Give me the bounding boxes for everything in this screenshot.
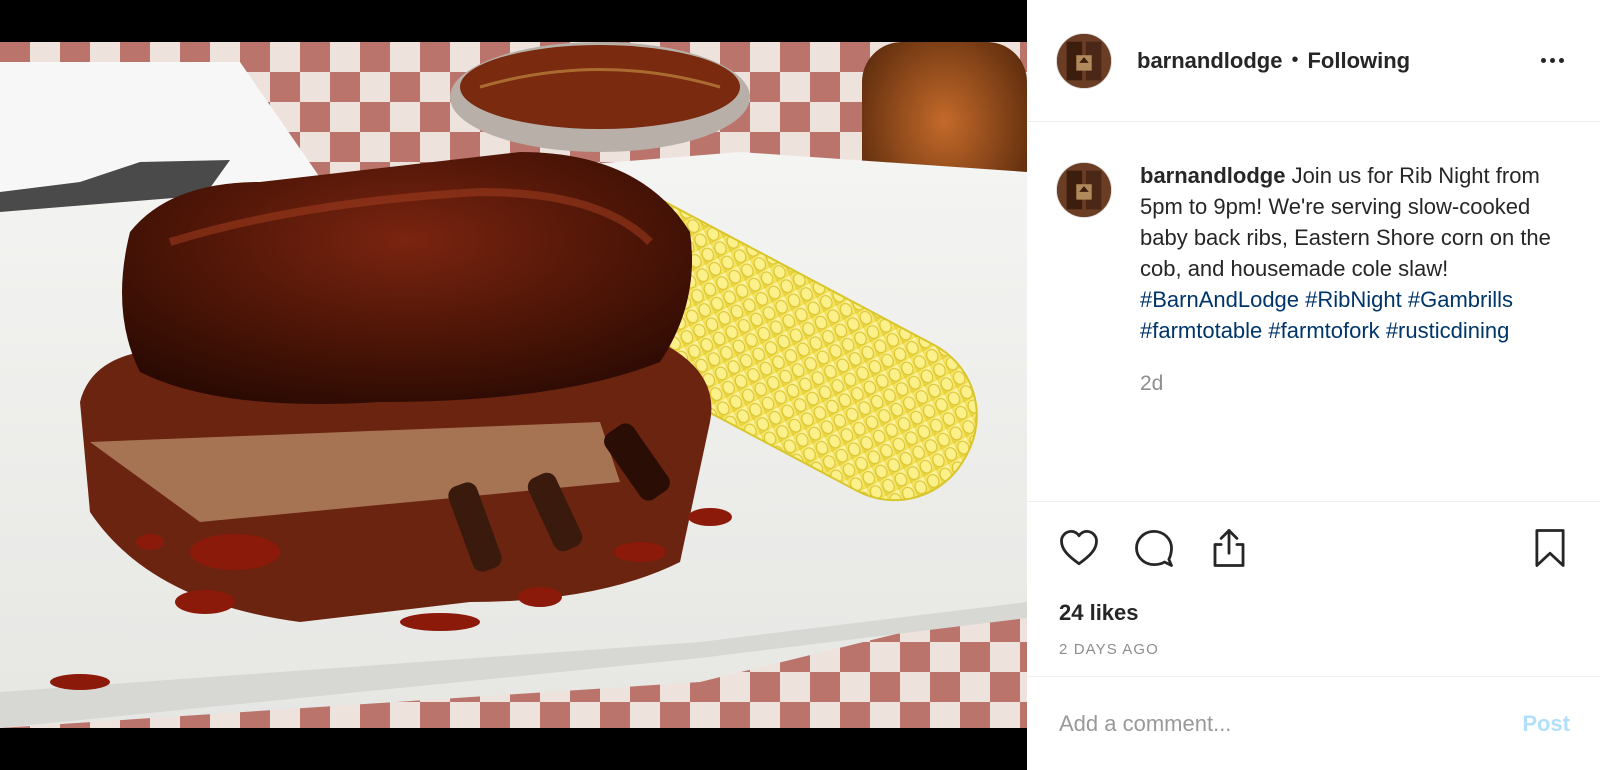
comment-form: Post bbox=[1027, 676, 1600, 770]
caption-body: barnandlodge Join us for Rib Night from … bbox=[1140, 160, 1560, 501]
action-bar bbox=[1027, 502, 1600, 594]
caption-section: barnandlodge Join us for Rib Night from … bbox=[1027, 122, 1600, 502]
heart-icon[interactable] bbox=[1057, 526, 1101, 570]
barn-logo-icon bbox=[1057, 163, 1111, 217]
post-photo[interactable] bbox=[0, 42, 1027, 728]
dot bbox=[1549, 58, 1555, 63]
hashtag-link[interactable]: #BarnAndLodge bbox=[1140, 287, 1299, 312]
comment-icon[interactable] bbox=[1132, 526, 1176, 570]
hashtag-link[interactable]: #rusticdining bbox=[1386, 318, 1510, 343]
caption-timestamp[interactable]: 2d bbox=[1140, 372, 1560, 396]
likes-count[interactable]: 24 likes bbox=[1027, 598, 1600, 628]
more-options-icon[interactable] bbox=[1532, 46, 1572, 76]
header-separator: • bbox=[1291, 49, 1299, 71]
post-comment-button[interactable]: Post bbox=[1522, 711, 1570, 737]
hashtag-link[interactable]: #farmtotable bbox=[1140, 318, 1262, 343]
hashtag-link[interactable]: #farmtofork bbox=[1268, 318, 1379, 343]
caption-username[interactable]: barnandlodge bbox=[1140, 163, 1285, 188]
ribs-and-corn-image bbox=[0, 42, 1027, 728]
dot bbox=[1558, 58, 1564, 63]
caption-avatar[interactable] bbox=[1056, 162, 1112, 218]
caption-text: barnandlodge Join us for Rib Night from … bbox=[1140, 160, 1560, 346]
post-media bbox=[0, 0, 1027, 770]
hashtag-link[interactable]: #RibNight bbox=[1305, 287, 1402, 312]
post-details-panel: barnandlodge • Following barnandlodge Jo… bbox=[1027, 0, 1600, 770]
bookmark-icon[interactable] bbox=[1528, 526, 1572, 570]
following-button[interactable]: Following bbox=[1307, 48, 1410, 74]
post-author-username[interactable]: barnandlodge bbox=[1137, 48, 1282, 74]
post-header: barnandlodge • Following bbox=[1027, 0, 1600, 122]
avatar[interactable] bbox=[1056, 32, 1112, 89]
hashtag-link[interactable]: #Gambrills bbox=[1408, 287, 1513, 312]
dot bbox=[1540, 58, 1546, 63]
share-icon[interactable] bbox=[1207, 526, 1251, 570]
barn-logo-icon bbox=[1057, 33, 1111, 88]
posted-time[interactable]: 2 DAYS AGO bbox=[1027, 640, 1600, 660]
instagram-post-modal: barnandlodge • Following barnandlodge Jo… bbox=[0, 0, 1600, 770]
comment-input[interactable] bbox=[1059, 710, 1523, 737]
